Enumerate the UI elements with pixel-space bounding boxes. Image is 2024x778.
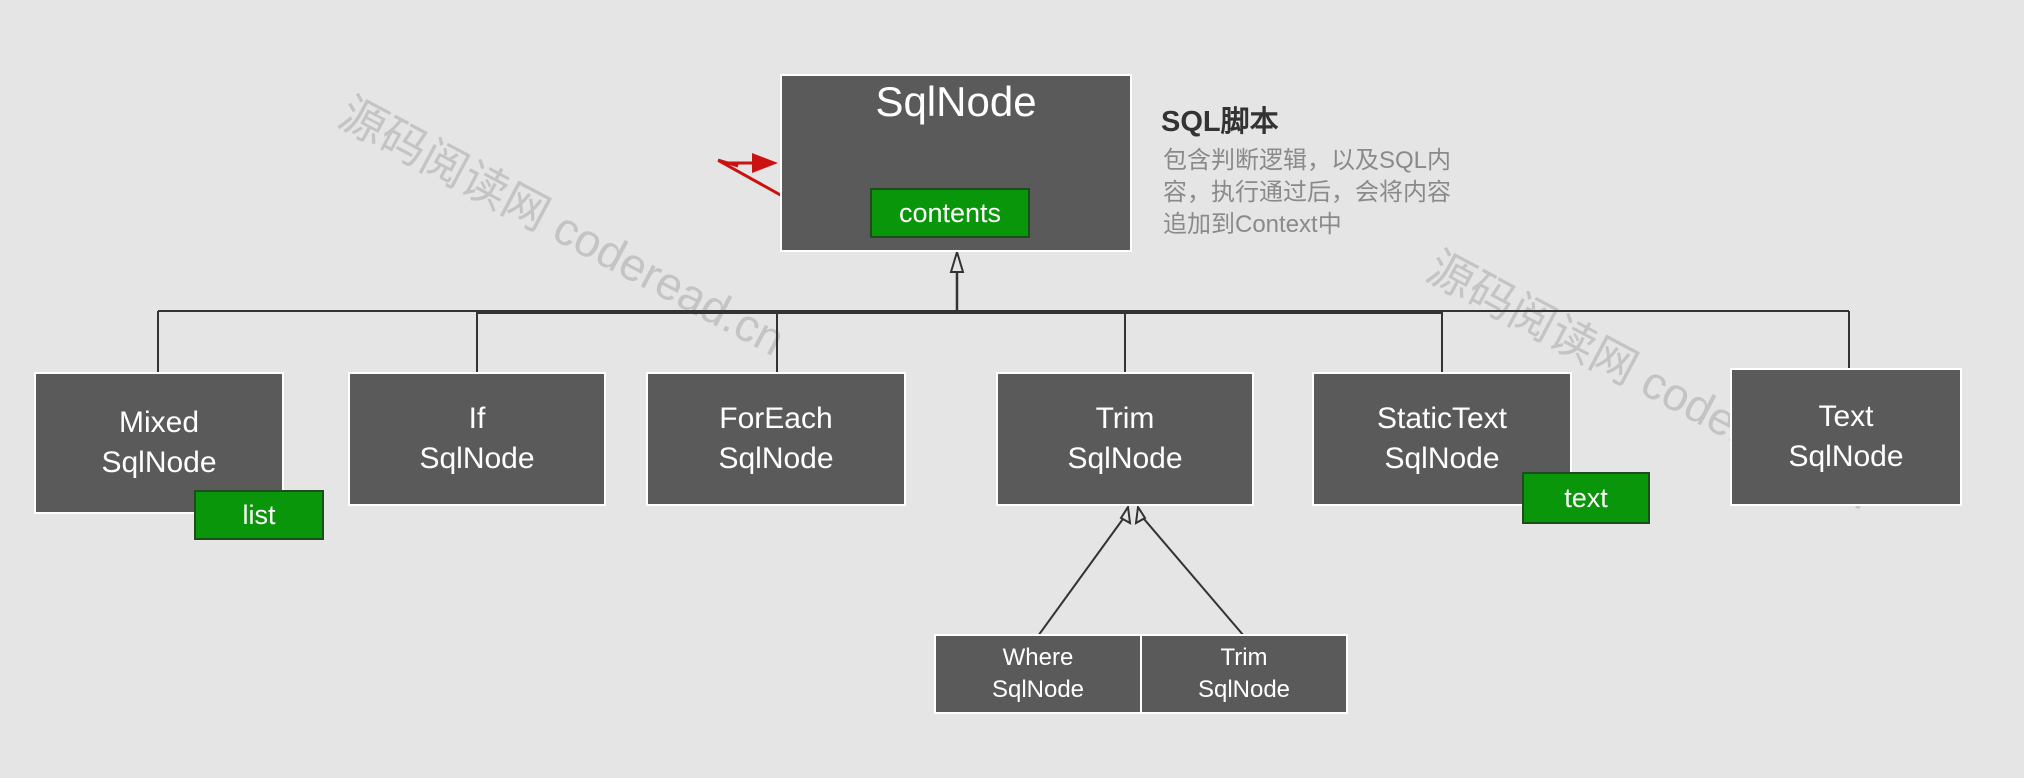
text-sqlnode-box: Text SqlNode	[1730, 368, 1962, 506]
node-name: Trim	[1095, 402, 1155, 435]
node-name: Trim	[1220, 644, 1268, 671]
node-name: If	[468, 402, 486, 435]
trim-inherit-line	[1137, 511, 1245, 637]
where-sqlnode-box: Where SqlNode	[934, 634, 1142, 714]
trim-arrowhead	[1134, 504, 1147, 525]
trim-sub-sqlnode-box: Trim SqlNode	[1140, 634, 1348, 714]
node-type: SqlNode	[1788, 440, 1904, 473]
list-tag: list	[194, 490, 324, 540]
node-type: SqlNode	[101, 446, 217, 479]
trim-inherit-line	[1037, 511, 1129, 637]
node-name: Text	[1818, 400, 1874, 433]
node-name: ForEach	[719, 402, 833, 435]
node-name: StaticText	[1376, 402, 1508, 435]
inheritance-arrowhead	[949, 248, 965, 273]
node-type: SqlNode	[1384, 442, 1500, 475]
node-type: SqlNode	[1067, 442, 1183, 475]
note-line: 容，执行通过后，会将内容	[1163, 179, 1451, 206]
node-type: SqlNode	[419, 442, 535, 475]
node-type: SqlNode	[991, 676, 1085, 703]
trim-sqlnode-box: Trim SqlNode	[996, 372, 1254, 506]
contents-tag: contents	[870, 188, 1030, 238]
note-line: 追加到Context中	[1163, 211, 1342, 238]
node-name: Where	[1002, 644, 1074, 671]
node-type: SqlNode	[718, 442, 834, 475]
text-tag: text	[1522, 472, 1650, 524]
foreach-sqlnode-box: ForEach SqlNode	[646, 372, 906, 506]
node-type: SqlNode	[1197, 676, 1291, 703]
if-sqlnode-box: If SqlNode	[348, 372, 606, 506]
composition-arrowhead	[752, 153, 778, 173]
note-line: 包含判断逻辑，以及SQL内	[1163, 147, 1452, 174]
note-title: SQL脚本	[1161, 106, 1279, 138]
note-body: 包含判断逻辑，以及SQL内 容，执行通过后，会将内容 追加到Context中	[1163, 145, 1451, 241]
root-title: SqlNode	[875, 78, 1037, 125]
node-name: Mixed	[118, 406, 200, 439]
